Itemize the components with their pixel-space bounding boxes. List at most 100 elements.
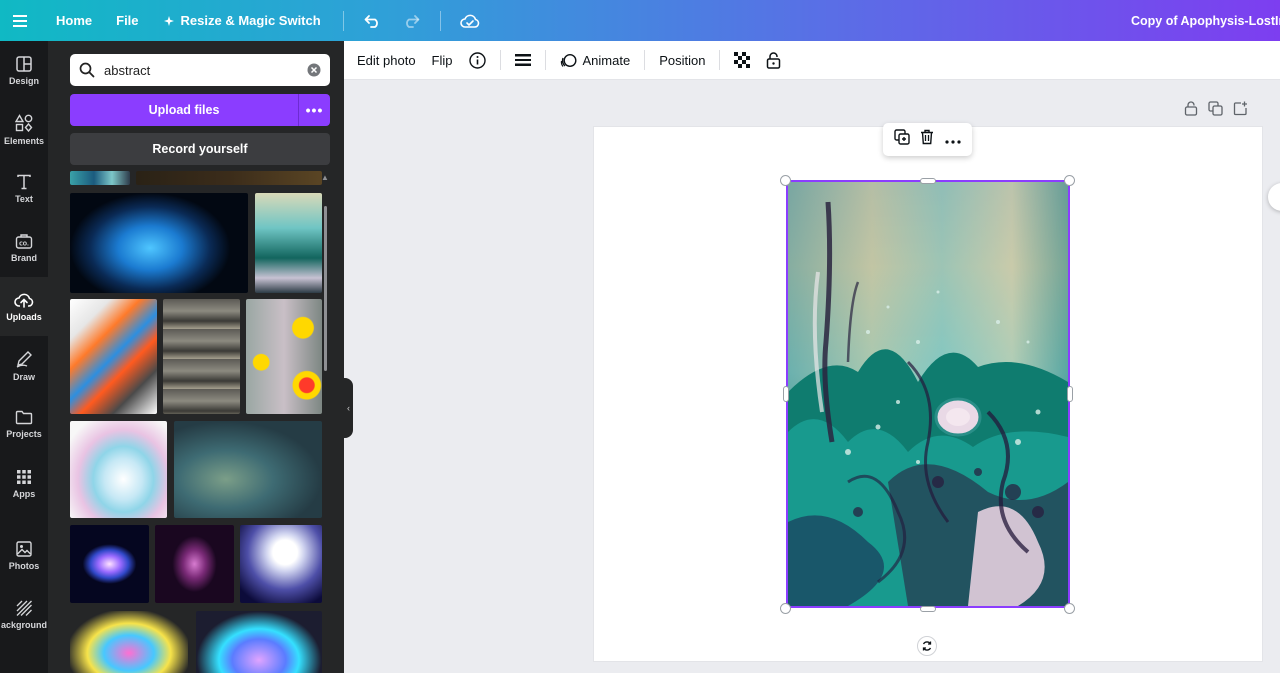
document-title[interactable]: Copy of Apophysis-LostInA	[1131, 0, 1280, 41]
grid-icon	[17, 469, 31, 484]
rail-label: Draw	[12, 371, 35, 382]
element-floating-menu	[883, 123, 972, 156]
animate-button[interactable]: Animate	[552, 52, 639, 69]
rail-item-draw[interactable]: Draw	[0, 336, 48, 395]
resize-handle-right[interactable]	[1067, 386, 1073, 402]
top-bar: Home File Resize & Magic Switch Copy of …	[0, 0, 1280, 41]
animate-label: Animate	[582, 52, 631, 68]
resize-handle-top-left[interactable]	[780, 175, 791, 186]
upload-thumbnail[interactable]	[136, 171, 322, 185]
rail-item-apps[interactable]: Apps	[0, 454, 48, 513]
upload-files-button[interactable]: Upload files	[70, 94, 298, 126]
upload-thumbnail[interactable]	[196, 611, 322, 673]
rail-item-photos[interactable]: Photos	[0, 526, 48, 585]
brand-icon: CO.	[15, 233, 33, 249]
topbar-divider	[342, 10, 344, 31]
folder-icon	[15, 410, 33, 425]
rail-label: Brand	[10, 252, 37, 263]
scroll-up-arrow-icon[interactable]: ▲	[321, 173, 329, 182]
uploads-panel: Upload files ••• Record yourself ▲	[48, 41, 344, 673]
upload-thumbnail[interactable]	[174, 421, 322, 518]
cloud-saved-icon[interactable]	[451, 0, 489, 41]
rail-item-elements[interactable]: Elements	[0, 100, 48, 159]
rail-label: Apps	[12, 488, 36, 499]
upload-thumbnail[interactable]	[163, 299, 240, 414]
image-icon	[16, 540, 32, 557]
upload-thumbnail[interactable]	[240, 525, 322, 603]
rail-item-text[interactable]: Text	[0, 159, 48, 218]
home-menu[interactable]: Home	[44, 13, 104, 28]
upload-thumbnail[interactable]	[70, 611, 188, 673]
hamburger-menu-icon[interactable]	[2, 0, 38, 41]
upload-thumbnail[interactable]	[70, 171, 130, 185]
panel-scrollbar[interactable]	[324, 206, 327, 371]
resize-handle-top[interactable]	[920, 178, 936, 184]
text-icon	[17, 174, 31, 189]
file-menu[interactable]: File	[104, 13, 150, 28]
resize-handle-bottom-right[interactable]	[1064, 603, 1075, 614]
rail-item-uploads[interactable]: Uploads	[0, 277, 48, 336]
animate-icon	[560, 53, 577, 67]
resize-handle-left[interactable]	[783, 386, 789, 402]
border-style-icon[interactable]	[507, 53, 539, 67]
svg-text:CO.: CO.	[19, 241, 29, 247]
layout-icon	[16, 55, 32, 72]
upload-thumbnail[interactable]	[246, 299, 322, 414]
lock-icon[interactable]	[758, 51, 789, 69]
rotate-handle-icon[interactable]	[917, 636, 937, 656]
info-icon[interactable]	[461, 51, 494, 69]
add-page-icon[interactable]	[1233, 101, 1248, 121]
resize-magic-switch-button[interactable]: Resize & Magic Switch	[151, 13, 333, 28]
record-yourself-button[interactable]: Record yourself	[70, 133, 330, 165]
flip-label: Flip	[431, 52, 453, 68]
duplicate-element-icon[interactable]	[894, 129, 910, 150]
rail-item-brand[interactable]: CO. Brand	[0, 218, 48, 277]
position-button[interactable]: Position	[651, 53, 713, 68]
upload-thumbnail[interactable]	[70, 525, 149, 603]
upload-thumbnail[interactable]	[155, 525, 234, 603]
more-options-icon[interactable]	[945, 131, 961, 149]
upload-more-options-button[interactable]: •••	[298, 94, 330, 126]
transparency-icon[interactable]	[726, 52, 758, 68]
edit-photo-button[interactable]: Edit photo	[349, 53, 424, 68]
rail-label: ackground	[0, 619, 47, 630]
crown-icon	[163, 15, 174, 26]
upload-thumbnail[interactable]	[70, 193, 248, 293]
toolbar-divider	[719, 50, 721, 70]
rail-label: Photos	[8, 560, 40, 571]
clear-search-icon[interactable]	[298, 63, 330, 77]
rail-item-projects[interactable]: Projects	[0, 395, 48, 454]
delete-element-icon[interactable]	[920, 129, 934, 150]
upload-thumbnail[interactable]	[70, 299, 157, 414]
uploads-grid	[48, 171, 344, 673]
rail-item-background[interactable]: ackground	[0, 585, 48, 644]
shapes-icon	[15, 113, 33, 132]
page-tools	[1184, 101, 1248, 121]
resize-label: Resize & Magic Switch	[180, 13, 321, 28]
search-icon	[70, 62, 104, 78]
redo-icon[interactable]	[392, 0, 430, 41]
toolbar-divider	[644, 50, 646, 70]
resize-handle-bottom[interactable]	[920, 606, 936, 612]
side-assistant-button[interactable]	[1268, 183, 1280, 211]
undo-icon[interactable]	[354, 0, 392, 41]
rail-label: Design	[8, 75, 39, 86]
rail-label: Projects	[6, 429, 42, 439]
resize-handle-top-right[interactable]	[1064, 175, 1075, 186]
upload-thumbnail[interactable]	[255, 193, 322, 293]
rail-label: Uploads	[6, 311, 42, 322]
collapse-panel-button[interactable]: ‹	[344, 378, 353, 438]
resize-handle-bottom-left[interactable]	[780, 603, 791, 614]
rail-item-design[interactable]: Design	[0, 41, 48, 100]
rail-label: Text	[15, 193, 33, 204]
duplicate-page-icon[interactable]	[1208, 101, 1223, 121]
abstract-fluid-artwork	[788, 182, 1068, 606]
selected-image[interactable]	[786, 180, 1070, 608]
toolbar-divider	[499, 50, 501, 70]
search-input[interactable]	[104, 62, 298, 78]
topbar-divider	[439, 10, 441, 31]
flip-button[interactable]: Flip	[424, 53, 461, 68]
page-lock-icon[interactable]	[1184, 101, 1198, 121]
context-toolbar: Edit photo Flip Animate Position	[344, 41, 1280, 80]
upload-thumbnail[interactable]	[70, 421, 167, 518]
